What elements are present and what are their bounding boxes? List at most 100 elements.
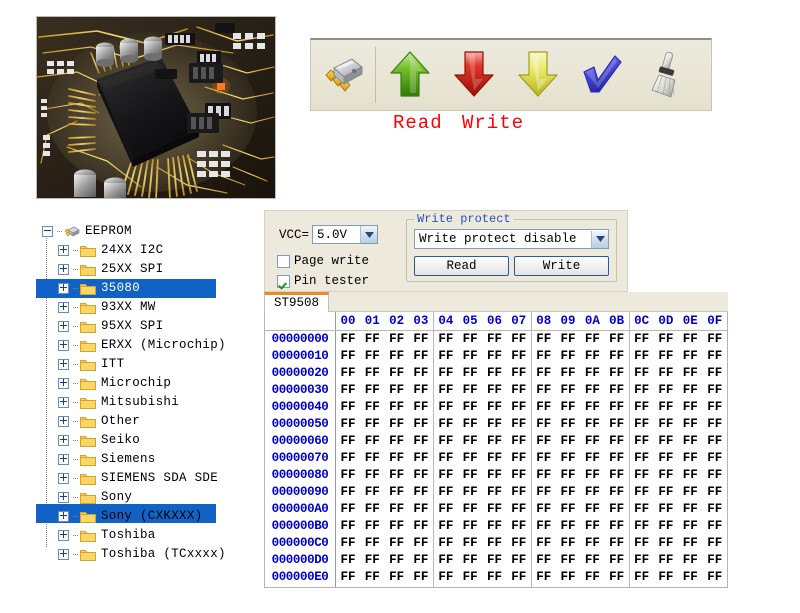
hex-byte-cell[interactable]: FF <box>654 518 678 535</box>
hex-byte-cell[interactable]: FF <box>409 467 433 484</box>
hex-byte-cell[interactable]: FF <box>605 399 629 416</box>
hex-byte-cell[interactable]: FF <box>531 348 555 365</box>
hex-byte-cell[interactable]: FF <box>580 467 604 484</box>
hex-byte-cell[interactable]: FF <box>507 552 531 569</box>
hex-byte-cell[interactable]: FF <box>531 552 555 569</box>
hex-byte-cell[interactable]: FF <box>556 399 580 416</box>
hex-byte-cell[interactable]: FF <box>384 518 408 535</box>
hex-byte-cell[interactable]: FF <box>409 382 433 399</box>
hex-byte-cell[interactable]: FF <box>507 433 531 450</box>
hex-byte-cell[interactable]: FF <box>507 484 531 501</box>
hex-byte-cell[interactable]: FF <box>384 552 408 569</box>
tab-st9508[interactable]: ST9508 <box>264 292 329 312</box>
hex-byte-cell[interactable]: FF <box>556 348 580 365</box>
hex-byte-cell[interactable]: FF <box>654 535 678 552</box>
hex-byte-cell[interactable]: FF <box>531 416 555 433</box>
hex-byte-cell[interactable]: FF <box>703 467 727 484</box>
tree-item-93xx-mw[interactable]: 93XX MW <box>36 298 216 317</box>
tree-item-24xx-i2c[interactable]: 24XX I2C <box>36 241 216 260</box>
hex-byte-cell[interactable]: FF <box>556 433 580 450</box>
hex-byte-cell[interactable]: FF <box>629 518 653 535</box>
hex-byte-cell[interactable]: FF <box>605 467 629 484</box>
hex-byte-cell[interactable]: FF <box>409 535 433 552</box>
hex-byte-cell[interactable]: FF <box>336 365 360 382</box>
hex-byte-cell[interactable]: FF <box>703 348 727 365</box>
hex-byte-cell[interactable]: FF <box>482 586 506 588</box>
tree-item-95xx-spi[interactable]: 95XX SPI <box>36 317 216 336</box>
hex-byte-cell[interactable]: FF <box>482 484 506 501</box>
chip-button[interactable] <box>311 40 375 111</box>
hex-byte-cell[interactable]: FF <box>703 569 727 586</box>
hex-byte-cell[interactable]: FF <box>556 518 580 535</box>
tree-item-sony-cxkxxx[interactable]: Sony (CXKXXX) <box>36 507 216 526</box>
hex-byte-cell[interactable]: FF <box>507 569 531 586</box>
hex-byte-cell[interactable]: FF <box>384 348 408 365</box>
hex-byte-cell[interactable]: FF <box>384 535 408 552</box>
hex-byte-cell[interactable]: FF <box>580 382 604 399</box>
hex-byte-cell[interactable]: FF <box>580 552 604 569</box>
hex-byte-cell[interactable]: FF <box>654 433 678 450</box>
pin-tester-row[interactable]: Pin tester <box>277 274 369 288</box>
write-protect-select[interactable]: Write protect disable <box>414 229 609 249</box>
hex-byte-cell[interactable]: FF <box>458 416 482 433</box>
hex-byte-cell[interactable]: FF <box>482 501 506 518</box>
hex-byte-cell[interactable]: FF <box>360 484 384 501</box>
hex-byte-cell[interactable]: FF <box>384 382 408 399</box>
hex-byte-cell[interactable]: FF <box>482 331 506 349</box>
hex-byte-cell[interactable]: FF <box>482 450 506 467</box>
hex-byte-cell[interactable]: FF <box>458 365 482 382</box>
tree-item-eeprom[interactable]: EEPROM <box>36 222 216 241</box>
hex-byte-cell[interactable]: FF <box>507 365 531 382</box>
hex-byte-cell[interactable]: FF <box>433 467 457 484</box>
hex-byte-cell[interactable]: FF <box>605 450 629 467</box>
hex-byte-cell[interactable]: FF <box>654 416 678 433</box>
expand-icon[interactable] <box>58 264 69 275</box>
hex-byte-cell[interactable]: FF <box>409 331 433 349</box>
tree-item-sony[interactable]: Sony <box>36 488 216 507</box>
hex-byte-cell[interactable]: FF <box>409 416 433 433</box>
hex-byte-cell[interactable]: FF <box>678 348 702 365</box>
expand-icon[interactable] <box>58 454 69 465</box>
hex-byte-cell[interactable]: FF <box>409 518 433 535</box>
hex-byte-cell[interactable]: FF <box>580 416 604 433</box>
hex-byte-cell[interactable]: FF <box>336 433 360 450</box>
hex-byte-cell[interactable]: FF <box>654 348 678 365</box>
hex-byte-cell[interactable]: FF <box>433 484 457 501</box>
hex-byte-cell[interactable]: FF <box>605 501 629 518</box>
hex-byte-cell[interactable]: FF <box>458 569 482 586</box>
hex-byte-cell[interactable]: FF <box>678 518 702 535</box>
hex-byte-cell[interactable]: FF <box>360 552 384 569</box>
hex-byte-cell[interactable]: FF <box>409 365 433 382</box>
hex-byte-cell[interactable]: FF <box>531 365 555 382</box>
hex-byte-cell[interactable]: FF <box>433 365 457 382</box>
hex-byte-cell[interactable]: FF <box>580 586 604 588</box>
hex-byte-cell[interactable]: FF <box>703 518 727 535</box>
hex-byte-cell[interactable]: FF <box>629 348 653 365</box>
hex-byte-cell[interactable]: FF <box>360 365 384 382</box>
hex-byte-cell[interactable]: FF <box>629 450 653 467</box>
write-protect-read-button[interactable]: Read <box>414 256 509 276</box>
hex-byte-cell[interactable]: FF <box>458 399 482 416</box>
hex-byte-cell[interactable]: FF <box>507 467 531 484</box>
page-write-checkbox[interactable] <box>277 255 290 268</box>
hex-byte-cell[interactable]: FF <box>556 552 580 569</box>
hex-byte-cell[interactable]: FF <box>654 331 678 349</box>
hex-byte-cell[interactable]: FF <box>556 569 580 586</box>
hex-byte-cell[interactable]: FF <box>336 535 360 552</box>
hex-byte-cell[interactable]: FF <box>409 433 433 450</box>
hex-byte-cell[interactable]: FF <box>433 569 457 586</box>
chevron-down-icon[interactable] <box>360 226 377 243</box>
hex-byte-cell[interactable]: FF <box>409 450 433 467</box>
tree-item-35080[interactable]: 35080 <box>36 279 216 298</box>
hex-byte-cell[interactable]: FF <box>605 382 629 399</box>
hex-byte-cell[interactable]: FF <box>654 467 678 484</box>
chevron-down-icon[interactable] <box>591 231 608 248</box>
expand-icon[interactable] <box>58 530 69 541</box>
hex-byte-cell[interactable]: FF <box>360 331 384 349</box>
hex-byte-cell[interactable]: FF <box>531 467 555 484</box>
read-button[interactable] <box>378 40 442 111</box>
hex-byte-cell[interactable]: FF <box>605 331 629 349</box>
hex-byte-cell[interactable]: FF <box>336 467 360 484</box>
hex-byte-cell[interactable]: FF <box>433 450 457 467</box>
hex-byte-cell[interactable]: FF <box>531 433 555 450</box>
